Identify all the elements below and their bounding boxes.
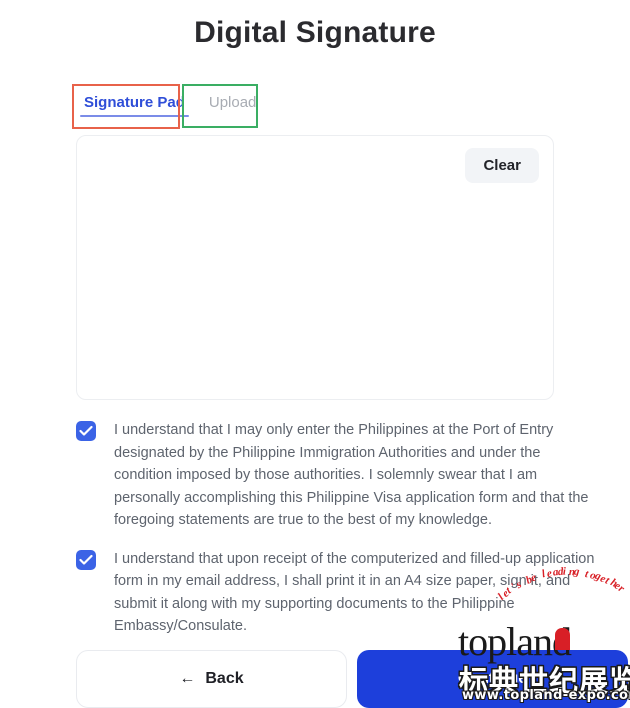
back-button[interactable]: ← Back	[76, 650, 347, 708]
signature-pad-canvas[interactable]: Clear	[76, 135, 554, 400]
consent-row: I understand that upon receipt of the co…	[76, 548, 598, 638]
signature-method-tabs: Signature Pad Upload	[76, 88, 264, 121]
consent-checkbox-2[interactable]	[76, 549, 96, 570]
consent-text-2: I understand that upon receipt of the co…	[114, 550, 595, 635]
continue-button[interactable]: Continue	[357, 650, 628, 708]
check-icon	[79, 554, 93, 565]
tab-upload[interactable]: Upload	[201, 88, 265, 121]
consent-text-1: I understand that I may only enter the P…	[114, 422, 589, 528]
clear-button[interactable]: Clear	[465, 148, 539, 183]
digital-signature-page: Digital Signature Signature Pad Upload C…	[0, 0, 630, 708]
arrow-left-icon: ←	[179, 670, 196, 687]
tab-signature-pad-label: Signature Pad	[84, 94, 185, 111]
consent-list: I understand that I may only enter the P…	[76, 419, 598, 654]
back-button-label: Back	[205, 670, 244, 687]
consent-checkbox-1[interactable]	[76, 421, 96, 441]
check-icon	[79, 425, 93, 436]
page-title: Digital Signature	[194, 16, 436, 49]
consent-row: I understand that I may only enter the P…	[76, 419, 598, 532]
tab-upload-label: Upload	[208, 94, 257, 111]
continue-button-label: Continue	[457, 670, 528, 687]
tab-signature-pad[interactable]: Signature Pad	[76, 88, 193, 121]
